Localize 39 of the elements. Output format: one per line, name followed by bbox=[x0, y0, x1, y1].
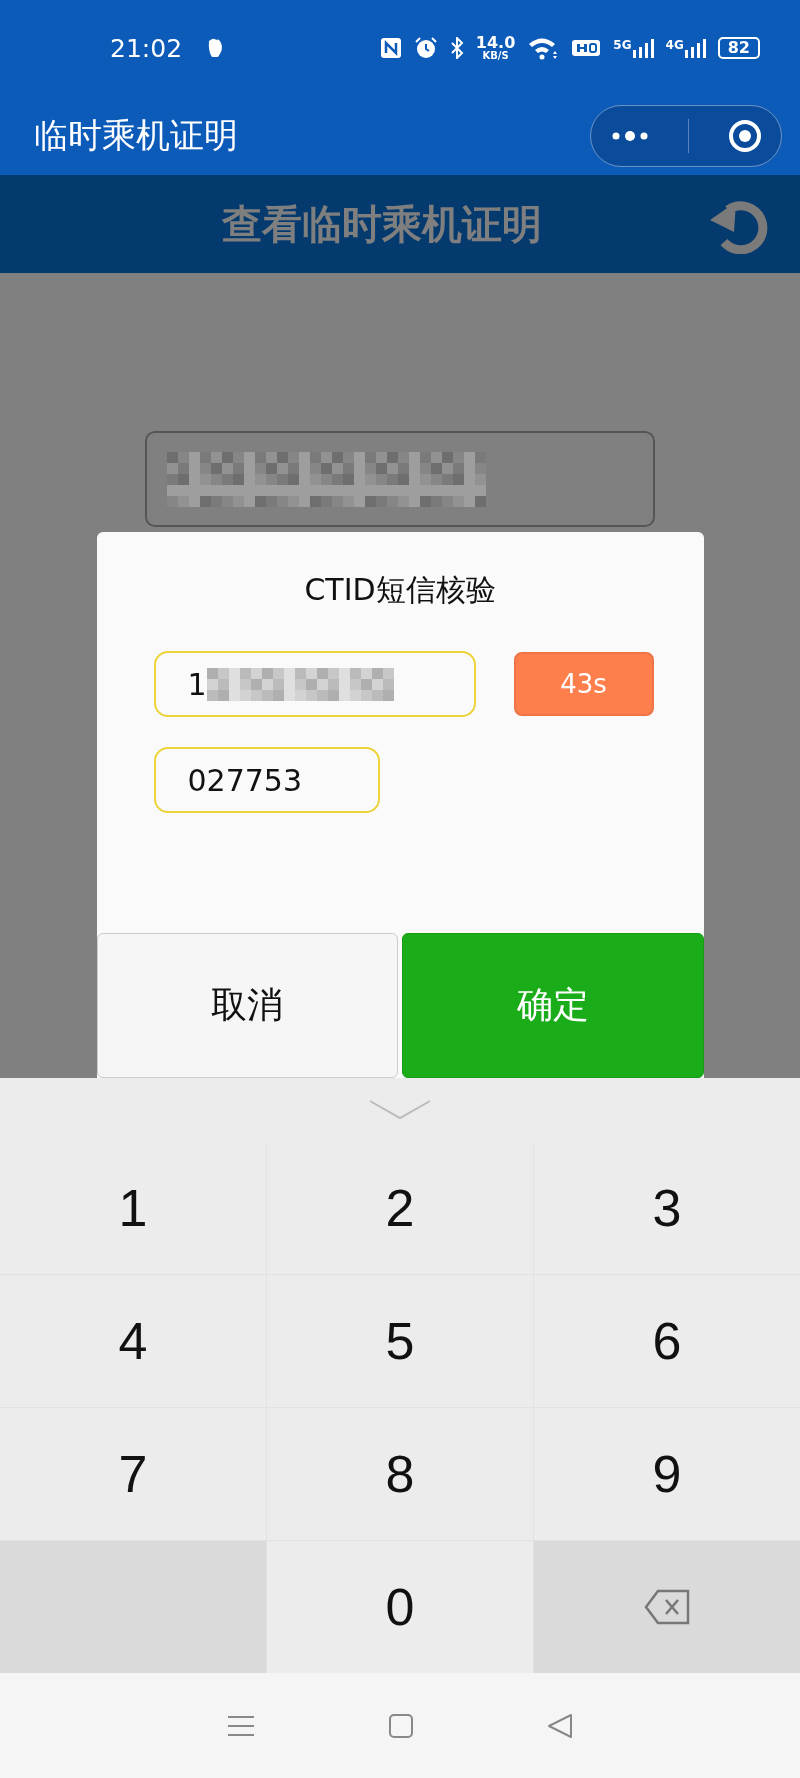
back-icon[interactable] bbox=[547, 1712, 574, 1739]
hd-voice-icon bbox=[571, 38, 602, 58]
field-value: 1 bbox=[187, 666, 207, 702]
bluetooth-icon bbox=[449, 37, 464, 59]
cancel-button[interactable]: 取消 bbox=[96, 933, 398, 1078]
number-key[interactable]: 3 bbox=[534, 1142, 800, 1274]
network-speed: 14.0 bbox=[475, 35, 516, 51]
number-key[interactable]: 2 bbox=[267, 1142, 533, 1274]
wifi-icon bbox=[527, 36, 560, 60]
number-key[interactable]: 5 bbox=[267, 1275, 533, 1407]
speed-unit: KB/S bbox=[482, 51, 509, 61]
backspace-icon[interactable] bbox=[644, 1589, 690, 1625]
number-key[interactable]: 0 bbox=[267, 1541, 533, 1673]
collapse-chevron-icon[interactable] bbox=[368, 1099, 432, 1121]
section-title: 查看临时乘机证明 bbox=[222, 199, 542, 249]
code-field[interactable]: 027753 bbox=[153, 747, 380, 813]
phone-field[interactable]: 1 bbox=[153, 651, 476, 717]
signal-icon bbox=[683, 38, 706, 58]
alarm-clock-icon bbox=[413, 36, 438, 60]
page-title: 临时乘机证明 bbox=[34, 113, 238, 157]
status-time: 21:02 bbox=[110, 33, 183, 63]
signal-icon bbox=[631, 38, 654, 58]
dialog-title: CTID短信核验 bbox=[303, 571, 497, 609]
network-type: 4G bbox=[665, 38, 684, 52]
number-key[interactable]: 1 bbox=[0, 1142, 266, 1274]
input-field[interactable] bbox=[145, 431, 655, 527]
network-type: 5G bbox=[613, 38, 632, 52]
field-value: 027753 bbox=[187, 762, 303, 798]
number-key[interactable]: 9 bbox=[534, 1408, 800, 1540]
home-icon[interactable] bbox=[388, 1712, 414, 1739]
battery-indicator: 82 bbox=[717, 37, 760, 59]
number-key[interactable]: 4 bbox=[0, 1275, 266, 1407]
number-key[interactable]: 6 bbox=[534, 1275, 800, 1407]
number-key[interactable]: 7 bbox=[0, 1408, 266, 1540]
nfc-icon bbox=[379, 37, 402, 59]
number-key[interactable]: 8 bbox=[267, 1408, 533, 1540]
menu-icon[interactable] bbox=[226, 1713, 255, 1738]
notification-icon bbox=[206, 37, 225, 59]
close-target-icon[interactable] bbox=[727, 118, 762, 153]
